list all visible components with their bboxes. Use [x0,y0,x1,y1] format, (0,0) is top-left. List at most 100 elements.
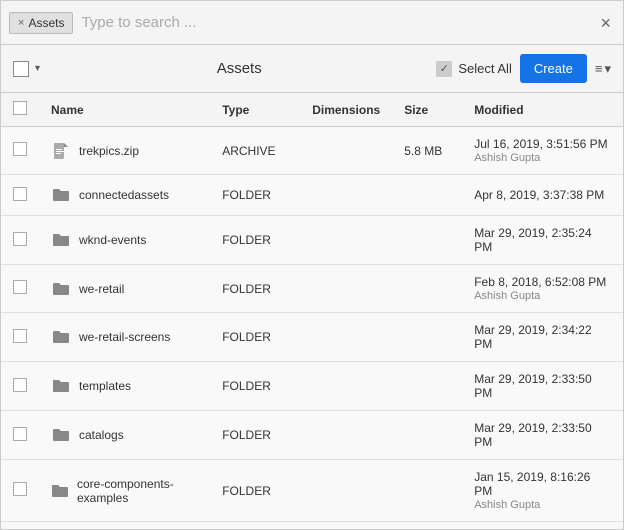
table-row[interactable]: projectsFOLDERMar 29, 2019, 2:32:32 PM [1,522,623,530]
col-header-type[interactable]: Type [210,93,300,127]
table-row[interactable]: core-components-examples FOLDER Jan 15, 20… [1,460,623,522]
name-cell: wknd-events [51,230,198,250]
asset-size [392,313,462,362]
toolbar-left: ▾ [13,61,42,77]
asset-dimensions [300,175,392,216]
select-all-area[interactable]: ✓ Select All [436,61,511,77]
asset-type: FOLDER [210,175,300,216]
folder-icon [51,481,69,501]
tab-label: Assets [28,16,64,30]
name-cell: core-components-examples [51,477,198,505]
asset-modified: Jul 16, 2019, 3:51:56 PMAshish Gupta [462,127,623,175]
asset-type: FOLDER [210,216,300,265]
row-checkbox[interactable] [13,187,27,201]
asset-type: ARCHIVE [210,127,300,175]
row-checkbox[interactable] [13,142,27,156]
asset-modified: Mar 29, 2019, 2:35:24 PM [462,216,623,265]
close-icon: × [600,13,611,33]
name-cell: trekpics.zip [51,141,198,161]
asset-size [392,175,462,216]
asset-type: FOLDER [210,265,300,313]
name-cell: connectedassets [51,185,198,205]
asset-modified: Apr 8, 2019, 3:37:38 PM [462,175,623,216]
asset-size [392,216,462,265]
table-row[interactable]: we-retail-screensFOLDERMar 29, 2019, 2:3… [1,313,623,362]
folder-icon [51,425,71,445]
modified-date: Mar 29, 2019, 2:33:50 PM [474,421,611,449]
toolbar: ▾ Assets ✓ Select All Create ≡ ▾ [1,45,623,93]
asset-modified: Feb 8, 2018, 6:52:08 PMAshish Gupta [462,265,623,313]
toolbar-title: Assets [50,60,428,77]
select-all-checkbox[interactable]: ✓ [436,61,452,77]
asset-modified: Mar 29, 2019, 2:33:50 PM [462,362,623,411]
table-row[interactable]: we-retail FOLDER Feb 8, 2018, 6:52:08 PMAs… [1,265,623,313]
row-checkbox[interactable] [13,427,27,441]
asset-dimensions [300,460,392,522]
create-button[interactable]: Create [520,54,587,83]
modified-date: Apr 8, 2019, 3:37:38 PM [474,188,611,202]
asset-size [392,265,462,313]
col-header-name[interactable]: Name [39,93,210,127]
row-checkbox[interactable] [13,232,27,246]
file-icon [51,141,71,161]
tab-assets[interactable]: × Assets [9,12,73,34]
header-checkbox[interactable] [13,101,27,115]
row-checkbox[interactable] [13,482,27,496]
list-view-button[interactable]: ≡ ▾ [595,61,611,77]
name-cell: we-retail-screens [51,327,198,347]
table-row[interactable]: catalogsFOLDERMar 29, 2019, 2:33:50 PM [1,411,623,460]
col-header-dimensions[interactable]: Dimensions [300,93,392,127]
modified-date: Mar 29, 2019, 2:34:22 PM [474,323,611,351]
folder-icon [51,230,71,250]
table-row[interactable]: templates FOLDER Mar 29, 2019, 2:33:50 PM [1,362,623,411]
asset-type: FOLDER [210,411,300,460]
col-header-size[interactable]: Size [392,93,462,127]
dialog-close-button[interactable]: × [596,10,615,36]
toolbar-chevron-button[interactable]: ▾ [33,61,42,76]
table-row[interactable]: trekpics.zip ARCHIVE 5.8 MBJul 16, 2019, 3… [1,127,623,175]
asset-dimensions [300,313,392,362]
asset-type: FOLDER [210,460,300,522]
table-body: trekpics.zip ARCHIVE 5.8 MBJul 16, 2019, 3… [1,127,623,530]
list-view-icon: ≡ [595,61,603,76]
folder-icon [51,279,71,299]
modified-date: Jan 15, 2019, 8:16:26 PM [474,470,611,498]
row-checkbox[interactable] [13,329,27,343]
asset-size: 5.8 MB [392,127,462,175]
asset-size [392,362,462,411]
modified-user: Ashish Gupta [474,499,611,511]
asset-picker-dialog: × Assets × ▾ Assets ✓ Select All Create … [0,0,624,530]
checkmark-icon: ✓ [440,62,449,75]
asset-size [392,411,462,460]
asset-modified: Mar 29, 2019, 2:32:32 PM [462,522,623,530]
asset-name: we-retail-screens [79,330,170,344]
asset-dimensions [300,216,392,265]
tab-close-icon[interactable]: × [18,17,24,29]
asset-name: templates [79,379,131,393]
toolbar-checkbox[interactable] [13,61,29,77]
search-bar: × Assets × [1,1,623,45]
asset-modified: Jan 15, 2019, 8:16:26 PMAshish Gupta [462,460,623,522]
select-all-label: Select All [458,61,511,76]
modified-date: Feb 8, 2018, 6:52:08 PM [474,275,611,289]
modified-date: Mar 29, 2019, 2:35:24 PM [474,226,611,254]
asset-name: connectedassets [79,188,169,202]
search-input[interactable] [81,10,588,35]
asset-type: FOLDER [210,362,300,411]
row-checkbox[interactable] [13,378,27,392]
row-checkbox[interactable] [13,280,27,294]
asset-size [392,522,462,530]
folder-icon [51,376,71,396]
asset-dimensions [300,411,392,460]
asset-dimensions [300,127,392,175]
assets-table-container: Name Type Dimensions Size Modified trekp… [1,93,623,529]
asset-dimensions [300,265,392,313]
modified-user: Ashish Gupta [474,152,611,164]
col-header-modified[interactable]: Modified [462,93,623,127]
modified-date: Mar 29, 2019, 2:33:50 PM [474,372,611,400]
name-cell: we-retail [51,279,198,299]
assets-table: Name Type Dimensions Size Modified trekp… [1,93,623,529]
table-row[interactable]: connectedassets FOLDER Apr 8, 2019, 3:37:3… [1,175,623,216]
asset-modified: Mar 29, 2019, 2:34:22 PM [462,313,623,362]
table-row[interactable]: wknd-events FOLDER Mar 29, 2019, 2:35:24 P… [1,216,623,265]
